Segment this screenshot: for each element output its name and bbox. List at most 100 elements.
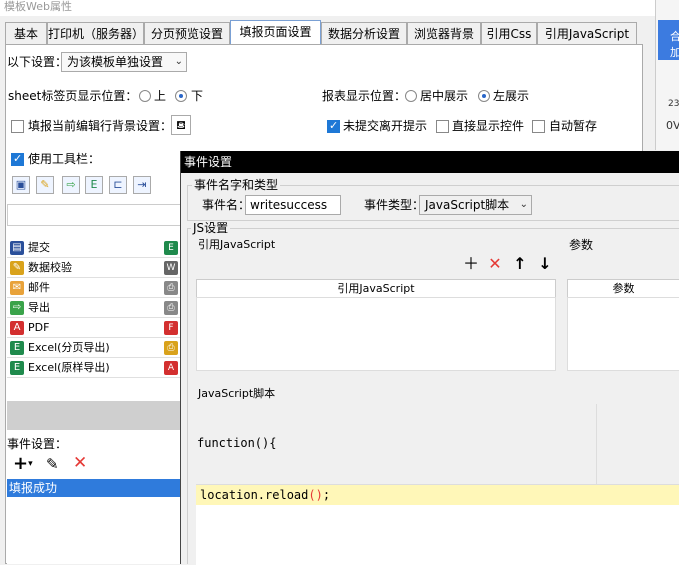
list-item-label: 导出 [28, 301, 50, 314]
delete-icon[interactable]: ✕ [73, 454, 87, 472]
params-table[interactable] [567, 297, 679, 371]
tab-basic[interactable]: 基本 [5, 22, 47, 44]
report-left-label: 左展示 [493, 89, 530, 103]
tab-browser-bg[interactable]: 浏览器背景 [407, 22, 481, 44]
list-item[interactable]: ✎ 数据校验 W [7, 258, 181, 278]
report-center-label: 居中展示 [420, 89, 469, 103]
background-window-strip: 合 加 23 0V [655, 0, 679, 150]
arrow-down-icon[interactable]: ↓ [536, 256, 554, 274]
code-line[interactable]: location.reload(); [196, 485, 679, 505]
toolbar-input[interactable] [7, 204, 181, 226]
tab-page-preview[interactable]: 分页预览设置 [144, 22, 230, 44]
list-item-label: Excel(原样导出) [28, 361, 110, 374]
ref-js-column-header[interactable]: 引用JavaScript [196, 279, 556, 298]
layout-icon[interactable]: ⊏ [109, 176, 127, 194]
event-type-value: JavaScript脚本 [425, 198, 510, 212]
printer-icon: ⎙ [164, 301, 178, 315]
js-script-label: JavaScript脚本 [198, 387, 276, 400]
window-title: 模板Web属性 [0, 0, 655, 16]
direct-show-checkbox[interactable] [436, 120, 449, 133]
js-settings-title: JS设置 [191, 221, 231, 235]
toolbar-button-list: ▤ 提交 E ✎ 数据校验 W ✉ 邮件 ⎙ ⇨ 导出 ⎙ A PDF F E … [7, 238, 181, 381]
code-paren-open: ( [308, 488, 316, 502]
word-icon: W [164, 261, 178, 275]
code-editor[interactable]: location.reload(); [196, 484, 679, 565]
code-paren-close: ) [315, 488, 323, 502]
function-signature: function(){ [197, 436, 277, 450]
list-item[interactable]: ⇨ 导出 ⎙ [7, 298, 181, 318]
chevron-down-icon: ▾ [28, 459, 33, 469]
list-item[interactable]: 填报成功 [7, 479, 181, 497]
bg-setting-checkbox[interactable] [11, 120, 24, 133]
add-event-button[interactable]: +▾ [13, 455, 33, 473]
event-name-input[interactable]: writesuccess [245, 195, 341, 215]
indent-icon[interactable]: ⇥ [133, 176, 151, 194]
event-name-label: 事件名： [202, 198, 251, 212]
add-icon[interactable]: ＋ [462, 256, 480, 274]
direct-show-label: 直接显示控件 [452, 119, 525, 133]
list-item[interactable]: E Excel(分页导出) ⎙ [7, 338, 181, 358]
list-item[interactable]: ▤ 提交 E [7, 238, 181, 258]
params-column-header[interactable]: 参数 [567, 279, 679, 298]
printer-icon: ⎙ [164, 281, 178, 295]
tab-data-analysis[interactable]: 数据分析设置 [321, 22, 407, 44]
dialog-title: 事件设置 [181, 151, 679, 173]
code-semicolon: ; [322, 488, 331, 502]
auto-save-checkbox[interactable] [532, 120, 545, 133]
paint-bucket-icon[interactable]: ⛾ [171, 115, 191, 135]
sheet-top-label: 上 [154, 89, 167, 103]
pencil-icon[interactable]: ✎ [36, 176, 54, 194]
code-text: location.reload [200, 488, 309, 502]
list-item-label: Excel(分页导出) [28, 341, 110, 354]
excel-icon[interactable]: E [85, 176, 103, 194]
edit-icon[interactable]: ✎ [46, 455, 59, 473]
report-center-radio[interactable] [405, 90, 417, 102]
list-item-label: 数据校验 [28, 261, 72, 274]
event-type-select[interactable]: JavaScript脚本 ⌄ [419, 195, 532, 215]
sheet-top-radio[interactable] [139, 90, 151, 102]
arrow-up-icon[interactable]: ↑ [511, 256, 529, 274]
print-preview-icon: ⎙ [164, 341, 178, 355]
pdf-icon: A [164, 361, 178, 375]
toolbar-label: 使用工具栏： [28, 152, 101, 166]
apply-label: 以下设置： [7, 55, 68, 69]
bg-setting-label: 填报当前编辑行背景设置： [28, 119, 173, 133]
events-label: 事件设置： [7, 437, 68, 451]
tab-fill-page[interactable]: 填报页面设置 [230, 20, 321, 45]
list-item[interactable]: A PDF F [7, 318, 181, 338]
list-item[interactable]: ✉ 邮件 ⎙ [7, 278, 181, 298]
sheet-bottom-radio[interactable] [175, 90, 187, 102]
cell-value: 0V [666, 119, 679, 132]
excel-icon: E [10, 341, 24, 355]
line-number: 23 [668, 99, 679, 109]
toolbar-checkbox[interactable] [11, 152, 24, 166]
chevron-down-icon: ⌄ [174, 56, 183, 67]
mail-icon: ✉ [10, 281, 24, 295]
event-list: 填报成功 [7, 479, 181, 564]
header-text: 合 加 [670, 30, 679, 59]
list-item-label: PDF [28, 321, 50, 334]
list-footer-bar [7, 401, 181, 430]
tab-javascript[interactable]: 引用JavaScript [537, 22, 637, 44]
flash-icon: F [164, 321, 178, 335]
sheet-bottom-label: 下 [191, 89, 204, 103]
event-type-label: 事件类型： [364, 198, 425, 212]
export-icon[interactable]: ⇨ [62, 176, 80, 194]
report-left-radio[interactable] [478, 90, 490, 102]
list-item[interactable]: E Excel(原样导出) A [7, 358, 181, 378]
tab-css[interactable]: 引用Css [481, 22, 537, 44]
tab-printer[interactable]: 打印机（服务器） [47, 22, 144, 44]
list-item-label: 邮件 [28, 281, 50, 294]
apply-select[interactable]: 为该模板单独设置 ⌄ [61, 52, 187, 72]
delete-icon[interactable]: ✕ [486, 256, 504, 274]
no-submit-checkbox[interactable] [327, 119, 340, 133]
submit-icon: ▤ [10, 241, 24, 255]
ref-js-table[interactable] [196, 297, 556, 371]
sheet-position-label: sheet标签页显示位置： [8, 89, 138, 103]
export-icon: ⇨ [10, 301, 24, 315]
auto-save-label: 自动暂存 [549, 119, 598, 133]
name-type-group-title: 事件名字和类型 [192, 178, 281, 192]
save-icon[interactable]: ▣ [12, 176, 30, 194]
ref-js-label: 引用JavaScript [198, 238, 276, 251]
excel-icon: E [10, 361, 24, 375]
